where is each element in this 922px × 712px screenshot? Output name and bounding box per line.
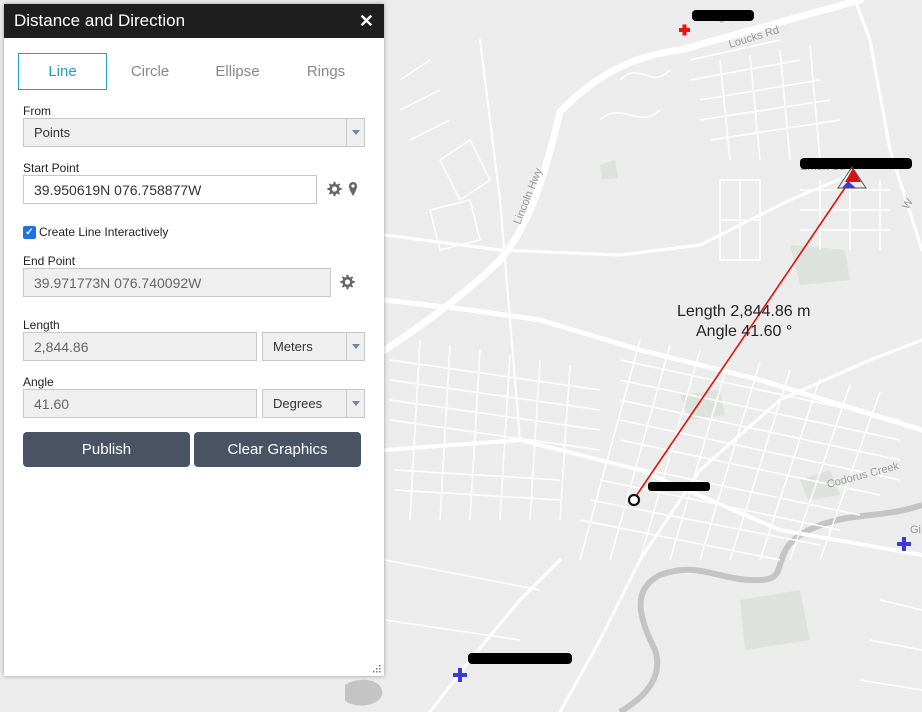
chevron-down-icon bbox=[346, 390, 364, 417]
end-point-value: 39.971773N 076.740092W bbox=[34, 274, 202, 291]
tab-rings[interactable]: Rings bbox=[288, 53, 364, 90]
angle-unit-select[interactable]: Degrees bbox=[262, 389, 365, 418]
start-point-label: Start Point bbox=[23, 161, 80, 175]
gear-icon[interactable] bbox=[326, 181, 342, 197]
angle-label: Angle bbox=[23, 375, 54, 389]
chevron-down-icon bbox=[346, 119, 364, 146]
checkbox-checked-icon[interactable]: ✓ bbox=[23, 225, 36, 239]
length-value: 2,844.86 bbox=[34, 338, 89, 355]
end-point-label: End Point bbox=[23, 254, 76, 268]
tab-ellipse[interactable]: Ellipse bbox=[200, 53, 275, 90]
measurement-angle-label: Angle 41.60 ° bbox=[696, 323, 792, 340]
from-select-value: Points bbox=[34, 125, 71, 140]
panel-header: Distance and Direction ✕ bbox=[4, 4, 384, 38]
tab-line[interactable]: Line bbox=[18, 53, 107, 90]
close-icon[interactable]: ✕ bbox=[359, 11, 374, 32]
gear-icon[interactable] bbox=[339, 274, 355, 290]
clear-graphics-button[interactable]: Clear Graphics bbox=[194, 432, 361, 467]
measurement-length-label: Length 2,844.86 m bbox=[677, 303, 810, 320]
tab-bar: Line Circle Ellipse Rings bbox=[4, 38, 384, 92]
start-point-value: 39.950619N 076.758877W bbox=[34, 181, 202, 198]
length-input: 2,844.86 bbox=[23, 332, 257, 361]
chevron-down-icon bbox=[346, 333, 364, 360]
angle-value: 41.60 bbox=[34, 395, 70, 412]
length-unit-select[interactable]: Meters bbox=[262, 332, 365, 361]
distance-direction-panel: Distance and Direction ✕ Line Circle Ell… bbox=[4, 4, 384, 676]
length-label: Length bbox=[23, 318, 60, 332]
resize-handle-icon[interactable] bbox=[372, 664, 381, 673]
start-point-marker[interactable] bbox=[627, 493, 641, 507]
length-unit-value: Meters bbox=[273, 339, 313, 354]
map-pin-icon[interactable] bbox=[348, 181, 358, 197]
from-select[interactable]: Points bbox=[23, 118, 365, 147]
gi-label: Gi bbox=[910, 524, 921, 536]
from-label: From bbox=[23, 104, 51, 118]
create-line-label: Create Line Interactively bbox=[39, 225, 169, 239]
end-point-input: 39.971773N 076.740092W bbox=[23, 268, 331, 297]
panel-title: Distance and Direction bbox=[14, 11, 186, 30]
angle-input: 41.60 bbox=[23, 389, 257, 418]
publish-button[interactable]: Publish bbox=[23, 432, 190, 467]
create-line-checkbox-row[interactable]: ✓ Create Line Interactively bbox=[23, 225, 168, 239]
start-point-input[interactable]: 39.950619N 076.758877W bbox=[23, 175, 317, 204]
angle-unit-value: Degrees bbox=[273, 396, 323, 411]
tab-circle[interactable]: Circle bbox=[114, 53, 186, 90]
